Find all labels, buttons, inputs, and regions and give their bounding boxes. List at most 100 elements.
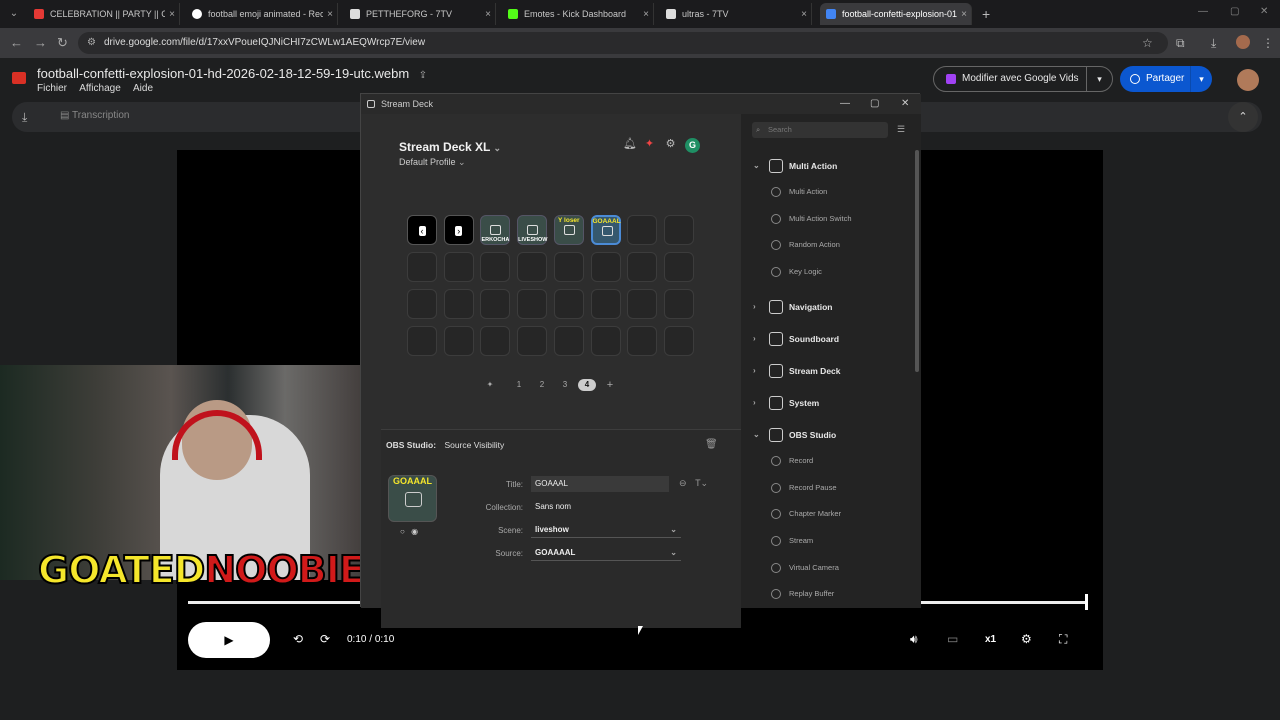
stream-deck-key[interactable] — [590, 289, 621, 319]
trash-icon[interactable]: 🗑︎ — [705, 439, 718, 450]
stream-deck-key[interactable]: GOAAAL — [590, 215, 621, 245]
reload-icon[interactable]: ↻ — [57, 35, 68, 51]
category-obs-studio[interactable]: ⌄ OBS Studio — [741, 421, 913, 449]
action-item[interactable]: Stream — [741, 531, 913, 551]
maximize-icon[interactable]: ▢ — [870, 94, 879, 114]
new-tab-icon[interactable]: + — [982, 6, 990, 22]
edit-with-vids-button[interactable]: Modifier avec Google Vids ▾ — [933, 66, 1113, 92]
minimize-icon[interactable]: — — [1198, 6, 1208, 17]
browser-tab[interactable]: CELEBRATION || PARTY || CHRO × — [28, 3, 180, 25]
browser-tab[interactable]: Emotes - Kick Dashboard × — [502, 3, 654, 25]
browser-menu-icon[interactable]: ⋮ — [1262, 36, 1274, 50]
stream-deck-key[interactable] — [407, 326, 437, 356]
close-window-icon[interactable]: ✕ — [1260, 6, 1268, 17]
device-selector[interactable]: Stream Deck XL ⌄ — [399, 140, 501, 154]
stream-deck-key[interactable] — [480, 252, 511, 282]
maximize-icon[interactable]: ▢ — [1230, 6, 1239, 17]
stream-deck-key[interactable] — [407, 252, 437, 282]
action-item[interactable]: Virtual Camera — [741, 558, 913, 578]
back-icon[interactable]: ← — [10, 35, 23, 50]
category-soundboard[interactable]: › Soundboard — [741, 325, 913, 353]
stream-deck-key[interactable]: › — [443, 215, 474, 245]
pin-icon[interactable]: ✦ — [481, 379, 499, 391]
close-icon[interactable]: × — [639, 9, 653, 20]
browser-tab[interactable]: PETTHEFORG - 7TV × — [344, 3, 496, 25]
browser-tab-active[interactable]: football-confetti-explosion-01- × — [820, 3, 972, 25]
action-item[interactable]: Multi Action Switch — [741, 209, 913, 229]
link-icon[interactable]: ⊖ — [679, 478, 687, 488]
stream-deck-key[interactable] — [517, 326, 548, 356]
captions-icon[interactable]: ▭ — [947, 632, 958, 646]
state-radio-on[interactable]: ◉ — [411, 527, 418, 536]
site-info-icon[interactable]: ⚙ — [87, 32, 96, 54]
bookmark-star-icon[interactable]: ☆ — [1142, 36, 1153, 50]
volume-icon[interactable]: 🔊︎ — [910, 632, 918, 647]
scene-select[interactable]: liveshow ⌄ — [531, 522, 681, 538]
marketplace-icon[interactable]: ✦ — [643, 138, 656, 151]
extensions-icon[interactable]: ⧉ — [1176, 36, 1185, 51]
forward-10-icon[interactable]: ⟳ — [320, 632, 330, 646]
user-avatar[interactable] — [1237, 69, 1259, 91]
menu-view[interactable]: Affichage — [79, 83, 121, 94]
chevron-down-icon[interactable]: ▾ — [1190, 66, 1212, 92]
playback-speed-button[interactable]: x1 — [985, 634, 996, 645]
stream-deck-key[interactable] — [627, 326, 658, 356]
action-item[interactable]: Record Pause — [741, 478, 913, 498]
close-icon[interactable]: × — [165, 9, 179, 20]
progress-handle[interactable] — [1085, 594, 1088, 610]
category-multi-action[interactable]: ⌄ Multi Action — [741, 152, 913, 180]
stream-deck-key[interactable] — [663, 289, 694, 319]
browser-tab[interactable]: football emoji animated - Rech × — [186, 3, 338, 25]
close-icon[interactable]: ✕ — [901, 94, 909, 114]
close-icon[interactable]: × — [797, 9, 811, 20]
action-item[interactable]: Multi Action — [741, 182, 913, 202]
action-item[interactable]: Replay Buffer — [741, 584, 913, 604]
browser-tab[interactable]: ultras - 7TV × — [660, 3, 812, 25]
shared-drive-icon[interactable]: ⇪ — [419, 70, 427, 81]
page-2[interactable]: 2 — [533, 379, 551, 391]
stream-deck-key[interactable] — [443, 326, 474, 356]
stream-deck-key[interactable] — [663, 326, 694, 356]
page-4[interactable]: 4 — [578, 379, 596, 391]
menu-file[interactable]: Fichier — [37, 83, 67, 94]
stream-deck-key[interactable] — [517, 289, 548, 319]
download-icon[interactable]: ⤓ — [1211, 36, 1216, 51]
settings-gear-icon[interactable]: ⚙ — [1021, 632, 1032, 646]
action-item[interactable]: Chapter Marker — [741, 504, 913, 524]
close-icon[interactable]: × — [323, 9, 337, 20]
account-avatar[interactable]: G — [685, 138, 700, 153]
share-button[interactable]: Partager ▾ — [1120, 66, 1212, 92]
tab-search-icon[interactable]: ⌄ — [6, 6, 22, 22]
page-3[interactable]: 3 — [556, 379, 574, 391]
stream-deck-key[interactable] — [553, 326, 584, 356]
action-item[interactable]: Key Logic — [741, 262, 913, 282]
action-search-input[interactable]: ⌕ Search — [752, 122, 888, 138]
stream-deck-key[interactable] — [553, 289, 584, 319]
stream-deck-key[interactable] — [407, 289, 437, 319]
url-field[interactable]: ⚙ drive.google.com/file/d/17xxVPoueIQJNi… — [78, 32, 1168, 54]
stream-deck-key[interactable]: ERKOCHA — [480, 215, 511, 245]
stream-deck-key[interactable] — [480, 326, 511, 356]
stream-deck-key[interactable]: LIVESHOW — [517, 215, 547, 245]
stream-deck-key[interactable]: Y loser — [553, 215, 584, 245]
close-icon[interactable]: × — [957, 9, 971, 20]
category-stream-deck[interactable]: › Stream Deck — [741, 357, 913, 385]
menu-help[interactable]: Aide — [133, 83, 153, 94]
chevron-down-icon[interactable]: ▾ — [1086, 67, 1112, 91]
list-view-icon[interactable]: ☰ — [897, 124, 905, 135]
play-button[interactable]: ▶ — [188, 622, 270, 658]
action-item[interactable]: Random Action — [741, 235, 913, 255]
stream-deck-key[interactable] — [553, 252, 584, 282]
forward-icon[interactable]: → — [34, 35, 47, 50]
transcription-button[interactable]: ▤ Transcription — [60, 110, 129, 121]
fullscreen-icon[interactable]: ⛶ — [1059, 632, 1067, 647]
collapse-toolbar-button[interactable]: ⌃ — [1228, 102, 1258, 132]
stream-deck-key[interactable] — [663, 252, 694, 282]
page-1[interactable]: 1 — [510, 379, 528, 391]
rewind-10-icon[interactable]: ⟲ — [293, 632, 303, 646]
category-navigation[interactable]: › Navigation — [741, 293, 913, 321]
source-select[interactable]: GOAAAAL ⌄ — [531, 545, 681, 561]
scrollbar[interactable] — [915, 150, 919, 372]
settings-gear-icon[interactable]: ⚙ — [664, 138, 677, 151]
stream-deck-key[interactable] — [627, 215, 658, 245]
